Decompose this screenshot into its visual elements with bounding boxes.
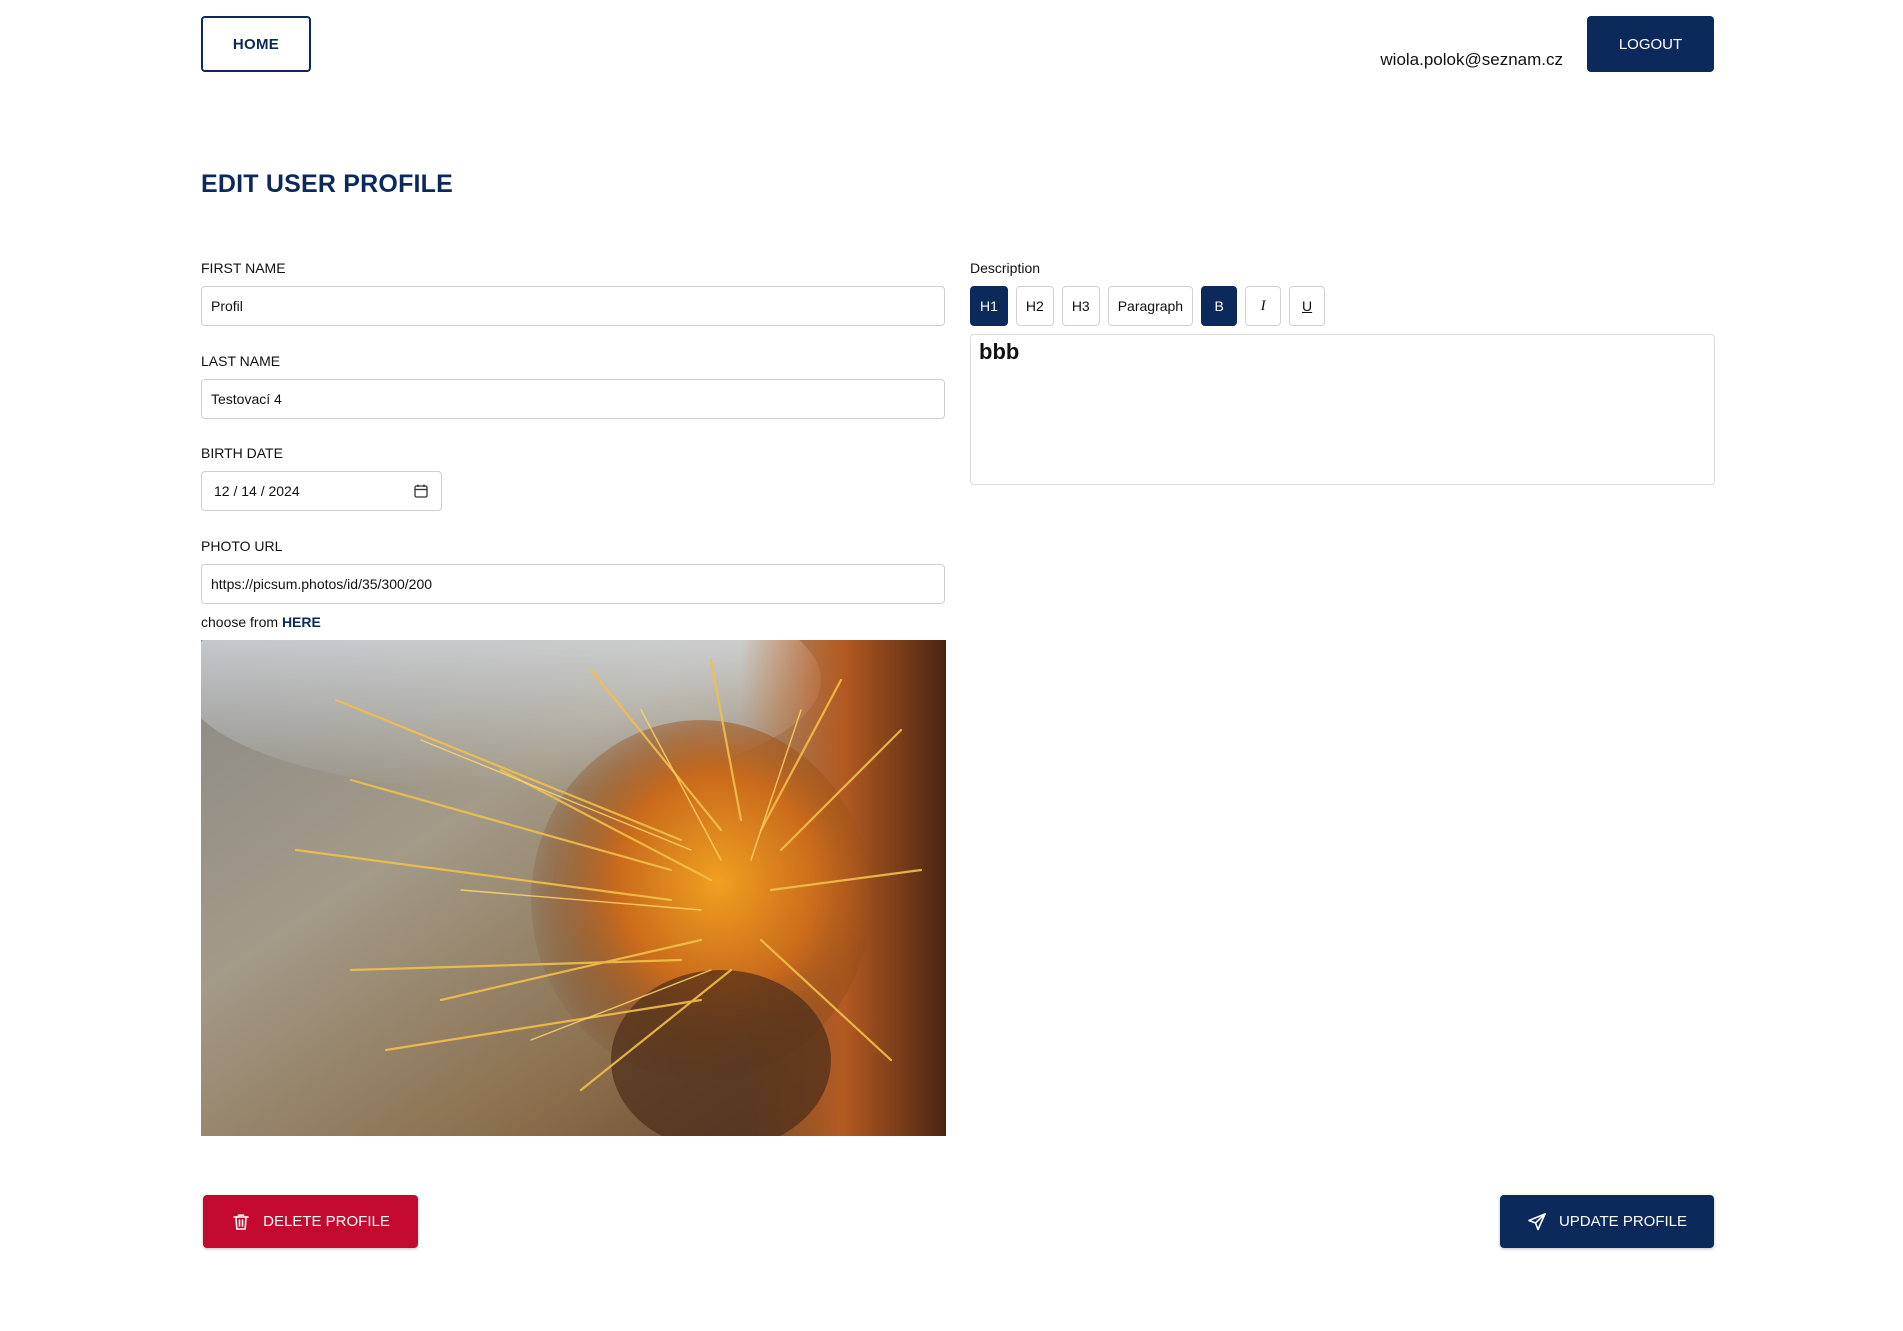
birth-date-value: 12 / 14 / 2024 bbox=[214, 483, 300, 499]
last-name-label: LAST NAME bbox=[201, 353, 281, 369]
update-profile-button[interactable]: UPDATE PROFILE bbox=[1500, 1195, 1714, 1248]
user-email: wiola.polok@seznam.cz bbox=[1380, 50, 1563, 69]
underline-button[interactable]: U bbox=[1289, 286, 1326, 326]
delete-profile-button[interactable]: DELETE PROFILE bbox=[203, 1195, 418, 1248]
home-button[interactable]: HOME bbox=[201, 16, 311, 72]
h1-button[interactable]: H1 bbox=[970, 286, 1008, 326]
birth-date-input[interactable]: 12 / 14 / 2024 bbox=[201, 471, 442, 511]
logout-button[interactable]: LOGOUT bbox=[1587, 16, 1714, 72]
first-name-input[interactable] bbox=[201, 286, 945, 326]
editor-toolbar: H1 H2 H3 Paragraph B I U bbox=[970, 286, 1326, 326]
calendar-icon[interactable] bbox=[413, 483, 429, 499]
bold-button[interactable]: B bbox=[1201, 286, 1238, 326]
choose-here-link[interactable]: HERE bbox=[282, 614, 321, 630]
last-name-input[interactable] bbox=[201, 379, 945, 419]
photo-url-input[interactable] bbox=[201, 564, 945, 604]
choose-from-prefix: choose from bbox=[201, 614, 282, 630]
photo-url-label: PHOTO URL bbox=[201, 538, 283, 554]
edit-profile-page: HOME wiola.polok@seznam.cz LOGOUT EDIT U… bbox=[0, 0, 1903, 1331]
description-content[interactable]: bbb bbox=[979, 339, 1706, 365]
choose-from-text: choose from HERE bbox=[201, 614, 321, 630]
trash-icon bbox=[231, 1212, 251, 1232]
paragraph-button[interactable]: Paragraph bbox=[1107, 286, 1194, 326]
description-editor[interactable]: bbb bbox=[970, 334, 1715, 485]
profile-photo bbox=[201, 640, 946, 1136]
description-label: Description bbox=[970, 260, 1041, 276]
birth-date-label: BIRTH DATE bbox=[201, 445, 283, 461]
italic-button[interactable]: I bbox=[1245, 286, 1282, 326]
first-name-label: FIRST NAME bbox=[201, 260, 286, 276]
update-profile-label: UPDATE PROFILE bbox=[1558, 1213, 1688, 1230]
delete-profile-label: DELETE PROFILE bbox=[263, 1213, 390, 1230]
h2-button[interactable]: H2 bbox=[1015, 286, 1054, 326]
page-title: EDIT USER PROFILE bbox=[201, 170, 454, 198]
h3-button[interactable]: H3 bbox=[1061, 286, 1100, 326]
send-icon bbox=[1527, 1212, 1547, 1232]
